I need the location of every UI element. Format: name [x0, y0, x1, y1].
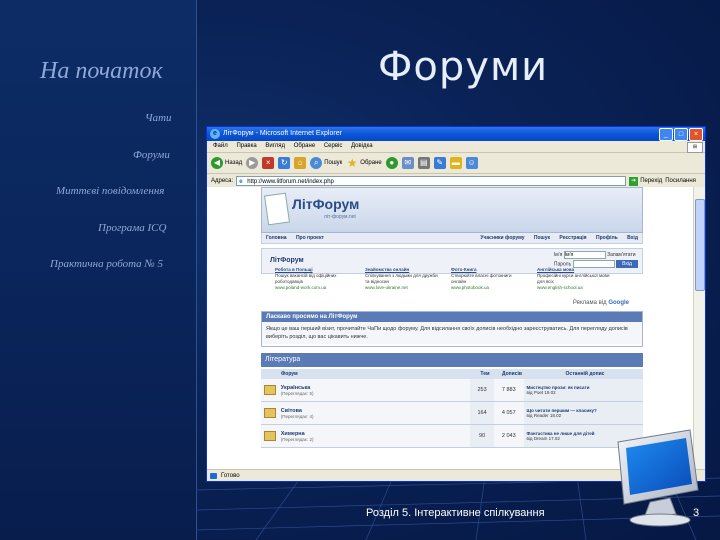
menu-view[interactable]: Вигляд	[265, 143, 285, 149]
username-input[interactable]	[563, 251, 606, 259]
col-topics: Тем	[480, 371, 490, 377]
address-input[interactable]: http://www.litforum.net/index.php	[236, 176, 627, 187]
page-number: 3	[693, 507, 700, 519]
google-ads-label[interactable]: Реклама від Google	[573, 300, 629, 306]
go-label: Перехід	[640, 178, 663, 184]
category-header[interactable]: Література	[261, 353, 643, 367]
refresh-icon[interactable]: ↻	[278, 157, 291, 169]
nav-home[interactable]: Головна	[266, 235, 287, 241]
nav-login[interactable]: Вхід	[627, 235, 638, 241]
media-icon[interactable]: ●	[385, 157, 398, 169]
nav-search[interactable]: Пошук	[534, 235, 550, 241]
menu-help[interactable]: Довідка	[351, 143, 373, 149]
star-icon: ★	[346, 156, 358, 170]
stop-icon[interactable]: ×	[262, 157, 275, 169]
menu-favorites[interactable]: Обране	[294, 143, 315, 149]
table-row[interactable]: Химерна (Переглядає: 2) 90 2 043 Фантасти…	[261, 425, 643, 448]
browser-toolbar: ◀ Назад ▶ × ↻ ⌂ ⌕ Пошук ★ Обране ● ✉ ▤ ✎…	[207, 153, 705, 174]
menu-tools[interactable]: Сервіс	[324, 143, 343, 149]
menu-edit[interactable]: Правка	[236, 143, 256, 149]
col-forum: Форум	[281, 371, 298, 377]
ad-item[interactable]: Англійська мова Професійні курси англійсь…	[537, 267, 611, 291]
table-header: Форум Тем Дописів Останній допис	[261, 369, 643, 379]
windows-logo-icon: ⊞	[687, 142, 703, 153]
welcome-box: Ласкаво просимо на ЛітФорум Якщо це ваш …	[261, 311, 643, 347]
forum-name[interactable]: ЛітФорум	[270, 257, 304, 264]
table-row[interactable]: Українська (Переглядає: 5) 253 7 883 Мист…	[261, 379, 643, 402]
address-label: Адреса:	[211, 178, 234, 184]
ad-item[interactable]: Фото-Книга Створюйте власні фотокниги онл…	[451, 267, 525, 291]
back-label: Назад	[225, 160, 243, 166]
welcome-text: Якщо це ваш перший візит, прочитайте ЧаП…	[262, 322, 642, 344]
folder-icon	[263, 385, 276, 395]
nav-link-instant-messages[interactable]: Миттєві повідомлення	[56, 185, 164, 197]
search-icon: ⌕	[310, 157, 323, 169]
forward-arrow-icon[interactable]: ▶	[246, 157, 259, 169]
page-viewport: ЛітФорум літ-форум.net Головна Про проек…	[207, 187, 695, 469]
ad-item[interactable]: Знайомства онлайн Спілкування з людьми дл…	[365, 267, 439, 291]
messenger-icon[interactable]: ☺	[465, 157, 478, 169]
slide-title: Форуми	[378, 44, 549, 90]
nav-link-practical-work[interactable]: Практична робота № 5	[50, 258, 163, 270]
username-label: Ім'я	[553, 252, 563, 258]
computer-monitor-icon	[617, 429, 699, 527]
home-icon[interactable]: ⌂	[294, 157, 307, 169]
browser-titlebar: e ЛітФорум - Microsoft Internet Explorer…	[207, 127, 705, 141]
nav-link-icq[interactable]: Програма ICQ	[98, 222, 166, 234]
menu-file[interactable]: Файл	[213, 143, 228, 149]
folder-icon	[263, 408, 276, 418]
forum-navbar: Головна Про проект Учасники форуму Пошук…	[261, 233, 643, 244]
ie-logo-icon: e	[210, 129, 220, 139]
nav-register[interactable]: Реєстрація	[559, 235, 586, 241]
table-row[interactable]: Світова (Переглядає: 4) 164 4 057 Що чита…	[261, 402, 643, 425]
nav-profile[interactable]: Профіль	[596, 235, 618, 241]
home-link[interactable]: На початок	[40, 58, 163, 85]
favorites-label: Обране	[360, 160, 382, 166]
nav-link-forums[interactable]: Форуми	[133, 149, 170, 161]
go-button[interactable]: ➔ Перехід	[629, 176, 663, 186]
forum-logo-subtitle: літ-форум.net	[324, 214, 356, 220]
nav-link-chats[interactable]: Чати	[145, 112, 172, 124]
print-icon[interactable]: ▤	[417, 157, 430, 169]
folder-icon	[263, 431, 276, 441]
welcome-title: Ласкаво просимо на ЛітФорум	[262, 312, 642, 322]
back-button[interactable]: ◀ Назад	[211, 157, 242, 169]
col-last-post: Останній допис	[565, 371, 605, 377]
search-label: Пошук	[324, 160, 343, 166]
logo-book-icon	[264, 192, 290, 226]
edit-icon[interactable]: ✎	[433, 157, 446, 169]
nav-about[interactable]: Про проект	[296, 235, 324, 241]
slide-sidebar: На початок Чати Форуми Миттєві повідомле…	[0, 0, 197, 540]
minimize-button[interactable]: _	[659, 128, 673, 141]
forum-page: ЛітФорум літ-форум.net Головна Про проек…	[261, 187, 643, 469]
forum-header: ЛітФорум літ-форум.net	[261, 187, 643, 233]
maximize-button[interactable]: □	[674, 128, 688, 141]
scrollbar-thumb[interactable]	[695, 199, 705, 291]
ad-block: Робота в Польщі Пошук вакансій від офіцій…	[261, 265, 643, 306]
close-button[interactable]: ×	[689, 128, 703, 141]
back-arrow-icon: ◀	[211, 157, 223, 169]
ad-item[interactable]: Робота в Польщі Пошук вакансій від офіцій…	[275, 267, 349, 291]
forum-table: Форум Тем Дописів Останній допис Українс…	[261, 369, 643, 448]
search-button[interactable]: ⌕ Пошук	[310, 157, 342, 169]
forum-logo[interactable]: ЛітФорум	[292, 196, 359, 212]
vertical-scrollbar[interactable]	[693, 187, 705, 469]
links-button[interactable]: Посилання	[665, 178, 696, 184]
mail-icon[interactable]: ✉	[401, 157, 414, 169]
browser-menubar: Файл Правка Вигляд Обране Сервіс Довідка…	[207, 141, 705, 153]
nav-members[interactable]: Учасники форуму	[480, 235, 524, 241]
favorites-button[interactable]: ★ Обране	[346, 156, 382, 170]
remember-label[interactable]: Запам'ятати	[607, 252, 635, 258]
browser-window-title: ЛітФорум - Microsoft Internet Explorer	[223, 130, 342, 137]
slide-footer: Розділ 5. Інтерактивне спілкування	[366, 507, 545, 519]
col-posts: Дописів	[501, 371, 522, 377]
go-arrow-icon: ➔	[629, 176, 639, 186]
folder-icon[interactable]: ▬	[449, 157, 462, 169]
